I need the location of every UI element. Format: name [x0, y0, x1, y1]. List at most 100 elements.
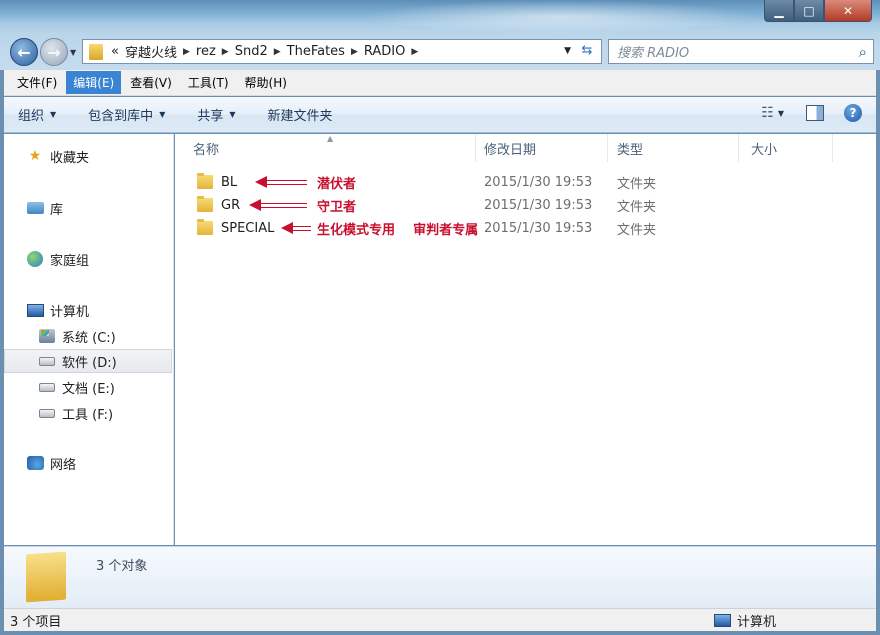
file-type: 文件夹	[617, 199, 657, 215]
new-folder-label: 新建文件夹	[267, 109, 333, 124]
column-divider[interactable]	[832, 134, 833, 162]
nav-favorites-label: 收藏夹	[50, 150, 90, 166]
file-list: ▲ 名称 修改日期 类型 大小 BL 潜伏者 2015/1/30 19:53 文…	[175, 134, 876, 545]
nav-drive-f[interactable]: 工具 (F:)	[4, 401, 172, 425]
table-row[interactable]: GR 守卫者 2015/1/30 19:53 文件夹	[175, 194, 876, 216]
column-header-modified[interactable]: 修改日期	[466, 134, 598, 162]
minimize-button[interactable]: ▁	[764, 0, 794, 22]
preview-pane-icon[interactable]	[806, 105, 824, 121]
file-type: 文件夹	[617, 222, 657, 238]
breadcrumb-item[interactable]: 穿越火线	[125, 42, 177, 61]
file-name-cell[interactable]: BL	[197, 171, 237, 193]
annotation: 生化模式专用 审判者专属	[281, 217, 478, 239]
file-type: 文件夹	[617, 176, 657, 192]
refresh-button[interactable]: ⇆	[577, 43, 597, 61]
column-header-name-label: 名称	[193, 142, 220, 158]
nav-favorites[interactable]: ★ 收藏夹	[4, 144, 172, 168]
annotation: 守卫者	[249, 194, 356, 216]
homegroup-icon	[26, 251, 44, 267]
breadcrumb-item[interactable]: rez	[196, 44, 216, 59]
chevron-down-icon: ▼	[159, 110, 166, 119]
nav-computer-label: 计算机	[50, 304, 90, 320]
view-options-icon[interactable]: ☷	[761, 105, 774, 121]
chevron-right-icon[interactable]: ▶	[274, 47, 281, 57]
forward-button[interactable]: →	[40, 38, 68, 66]
nav-drive-label: 工具 (F:)	[62, 407, 114, 423]
address-history-dropdown[interactable]: ▼	[564, 46, 571, 56]
status-bar: 3 个项目 计算机	[4, 608, 876, 631]
column-header-size-label: 大小	[751, 142, 778, 158]
nav-libraries-label: 库	[50, 202, 64, 218]
title-bar: ▁ □ ✕	[0, 0, 880, 34]
breadcrumb-item[interactable]: Snd2	[235, 44, 268, 59]
file-name-cell[interactable]: GR	[197, 194, 240, 216]
file-name: BL	[221, 174, 238, 190]
folder-icon	[197, 196, 213, 212]
organize-label: 组织	[18, 109, 45, 124]
arrow-left-icon: ←	[17, 42, 31, 62]
drive-icon	[38, 353, 56, 369]
breadcrumb-item[interactable]: RADIO	[364, 44, 405, 59]
include-in-library-label: 包含到库中	[88, 109, 154, 124]
drive-icon	[38, 379, 56, 395]
address-bar[interactable]: « 穿越火线 ▶ rez ▶ Snd2 ▶ TheFates ▶ RADIO ▶…	[82, 39, 602, 64]
breadcrumb-item[interactable]: TheFates	[287, 44, 345, 59]
search-input[interactable]: 搜索 RADIO ⌕	[608, 39, 874, 64]
view-controls: ☷ ▼ ?	[761, 104, 862, 122]
nav-drive-d[interactable]: 软件 (D:)	[4, 349, 172, 373]
chevron-down-icon[interactable]: ▼	[778, 109, 784, 118]
nav-drive-label: 文档 (E:)	[62, 381, 115, 397]
table-row[interactable]: SPECIAL 生化模式专用 审判者专属 2015/1/30 19:53 文件夹	[175, 217, 876, 239]
chevron-right-icon[interactable]: ▶	[351, 47, 358, 57]
breadcrumb-overflow[interactable]: «	[111, 44, 119, 59]
window-controls: ▁ □ ✕	[764, 0, 872, 22]
menu-edit[interactable]: 编辑(E)	[66, 71, 122, 94]
column-header-modified-label: 修改日期	[484, 142, 537, 158]
menu-tools[interactable]: 工具(T)	[181, 71, 236, 94]
details-summary: 3 个对象	[96, 559, 148, 574]
drive-icon	[38, 405, 56, 421]
chevron-right-icon[interactable]: ▶	[222, 47, 229, 57]
status-item-count: 3 个项目	[10, 614, 62, 630]
nav-computer[interactable]: 计算机	[4, 298, 172, 322]
column-header-name[interactable]: 名称	[175, 134, 475, 162]
close-button[interactable]: ✕	[824, 0, 872, 22]
table-row[interactable]: BL 潜伏者 2015/1/30 19:53 文件夹	[175, 171, 876, 193]
column-header-type[interactable]: 类型	[599, 134, 729, 162]
details-pane: 3 个对象	[4, 546, 876, 608]
column-header-type-label: 类型	[617, 142, 644, 158]
arrow-left-icon	[249, 199, 307, 211]
maximize-button[interactable]: □	[794, 0, 824, 22]
organize-button[interactable]: 组织 ▼	[18, 105, 56, 124]
help-icon[interactable]: ?	[844, 104, 862, 122]
recent-pages-dropdown[interactable]: ▼	[70, 48, 76, 57]
include-in-library-button[interactable]: 包含到库中 ▼	[88, 105, 165, 124]
new-folder-button[interactable]: 新建文件夹	[268, 105, 333, 124]
folder-icon	[197, 173, 213, 189]
menu-help[interactable]: 帮助(H)	[238, 71, 294, 94]
back-button[interactable]: ←	[10, 38, 38, 66]
nav-homegroup[interactable]: 家庭组	[4, 247, 172, 271]
menu-file[interactable]: 文件(F)	[10, 71, 64, 94]
nav-drive-label: 软件 (D:)	[62, 355, 117, 371]
nav-homegroup-label: 家庭组	[50, 253, 90, 269]
star-icon: ★	[28, 148, 42, 164]
chevron-right-icon[interactable]: ▶	[411, 47, 418, 57]
share-button[interactable]: 共享 ▼	[197, 105, 235, 124]
status-location-label: 计算机	[736, 615, 776, 630]
computer-icon	[26, 302, 44, 318]
menu-view[interactable]: 查看(V)	[123, 71, 179, 94]
search-icon[interactable]: ⌕	[859, 43, 867, 61]
nav-drive-e[interactable]: 文档 (E:)	[4, 375, 172, 399]
network-icon	[26, 455, 44, 471]
system-drive-icon	[38, 328, 56, 344]
annotation: 潜伏者	[255, 171, 356, 193]
chevron-right-icon[interactable]: ▶	[183, 47, 190, 57]
status-location: 计算机	[713, 611, 776, 630]
nav-libraries[interactable]: 库	[4, 196, 172, 220]
nav-drive-c[interactable]: 系统 (C:)	[4, 324, 172, 348]
file-name-cell[interactable]: SPECIAL	[197, 217, 274, 239]
column-header-size[interactable]: 大小	[733, 134, 833, 162]
nav-network[interactable]: 网络	[4, 451, 172, 475]
file-modified: 2015/1/30 19:53	[484, 220, 593, 236]
